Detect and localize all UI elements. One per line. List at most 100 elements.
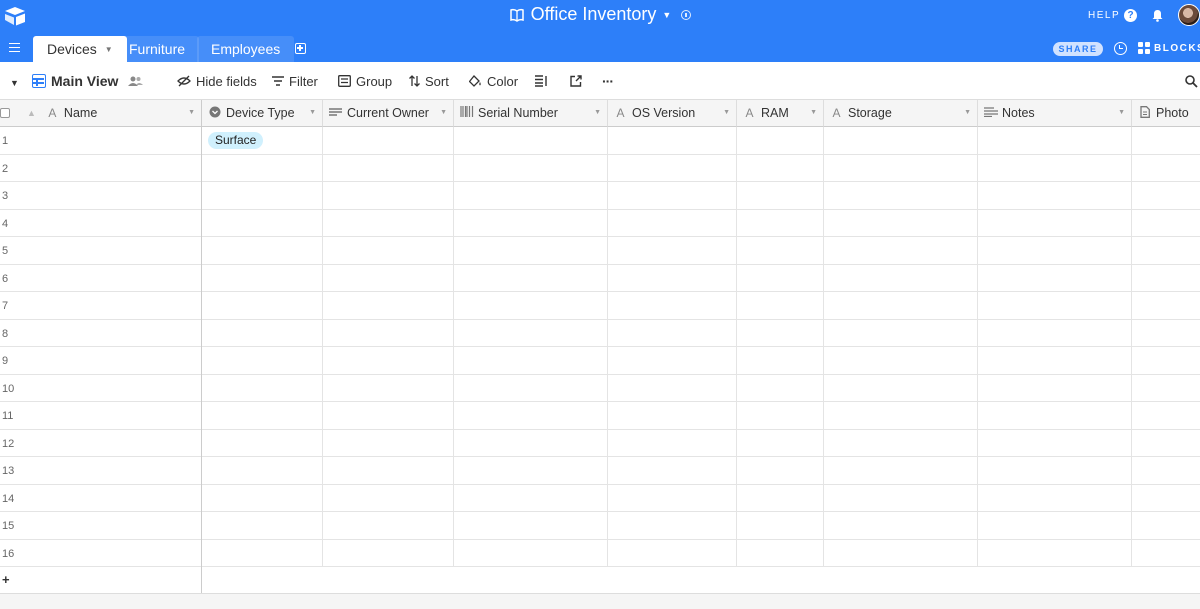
table-cell[interactable] (608, 429, 737, 457)
table-cell[interactable] (608, 539, 737, 567)
history-icon[interactable] (1114, 42, 1127, 55)
table-cell[interactable] (202, 209, 323, 237)
table-cell[interactable] (323, 374, 454, 402)
table-cell[interactable] (1132, 127, 1200, 154)
table-cell[interactable] (323, 429, 454, 457)
menu-icon[interactable] (9, 43, 20, 52)
table-cell[interactable] (608, 237, 737, 264)
table-row[interactable]: 10 (0, 374, 1200, 402)
table-cell[interactable] (737, 512, 824, 539)
table-row[interactable]: 13 (0, 457, 1200, 485)
table-cell[interactable] (323, 512, 454, 539)
table-cell[interactable] (1132, 430, 1200, 457)
table-cell[interactable] (824, 484, 978, 512)
chevron-down-icon[interactable]: ▼ (440, 109, 447, 116)
search-button[interactable] (1185, 62, 1198, 100)
table-cell[interactable] (608, 154, 737, 182)
chevron-down-icon[interactable]: ▼ (723, 109, 730, 116)
table-row[interactable]: 15 (0, 512, 1200, 540)
table-row[interactable]: 12 (0, 429, 1200, 457)
table-row[interactable]: 1 Surface (0, 127, 1200, 155)
table-cell[interactable] (454, 237, 608, 264)
table-cell[interactable] (202, 182, 323, 209)
table-cell[interactable] (1132, 457, 1200, 484)
table-cell[interactable] (978, 264, 1132, 292)
table-cell[interactable] (1132, 347, 1200, 374)
table-cell[interactable] (323, 457, 454, 484)
table-cell[interactable] (323, 347, 454, 374)
table-cell[interactable] (202, 457, 323, 484)
table-cell[interactable] (978, 319, 1132, 347)
table-cell[interactable] (978, 292, 1132, 319)
blocks-button[interactable]: BLOCKS (1138, 42, 1200, 54)
base-title[interactable]: Office Inventory ▼ (0, 4, 1200, 25)
table-cell[interactable] (608, 127, 737, 154)
table-cell[interactable] (323, 319, 454, 347)
table-cell[interactable] (202, 374, 323, 402)
table-cell[interactable] (978, 539, 1132, 567)
tab-employees[interactable]: Employees (197, 36, 295, 62)
table-cell[interactable] (1132, 237, 1200, 264)
chevron-down-icon[interactable]: ▼ (1118, 109, 1125, 116)
table-cell[interactable] (824, 539, 978, 567)
column-header-serial-number[interactable]: Serial Number ▼ (454, 100, 608, 127)
chevron-down-icon[interactable]: ▼ (309, 109, 316, 116)
table-cell[interactable] (454, 319, 608, 347)
add-row-button[interactable]: + (0, 567, 1200, 594)
table-cell[interactable] (454, 484, 608, 512)
table-cell[interactable] (978, 182, 1132, 209)
table-cell[interactable] (1132, 485, 1200, 512)
table-cell[interactable] (737, 154, 824, 182)
column-header-storage[interactable]: A Storage ▼ (824, 100, 978, 127)
table-cell[interactable] (1132, 540, 1200, 567)
table-cell[interactable] (202, 429, 323, 457)
column-header-photo[interactable]: Photo (1132, 100, 1200, 127)
table-cell[interactable] (1132, 402, 1200, 429)
table-cell[interactable] (978, 402, 1132, 429)
table-cell[interactable] (608, 182, 737, 209)
column-header-device-type[interactable]: Device Type ▼ (202, 100, 323, 127)
table-cell[interactable] (608, 264, 737, 292)
table-cell[interactable] (454, 512, 608, 539)
table-cell[interactable] (608, 484, 737, 512)
table-cell[interactable] (608, 209, 737, 237)
table-cell[interactable] (323, 402, 454, 429)
table-cell[interactable] (608, 402, 737, 429)
table-cell[interactable] (824, 237, 978, 264)
table-cell[interactable] (737, 539, 824, 567)
table-cell[interactable] (454, 264, 608, 292)
tab-furniture[interactable]: Furniture (115, 36, 200, 62)
row-height-button[interactable] (535, 62, 548, 100)
table-cell[interactable] (737, 127, 824, 154)
table-cell[interactable] (202, 347, 323, 374)
table-cell[interactable] (323, 237, 454, 264)
table-cell[interactable] (454, 154, 608, 182)
table-cell[interactable] (978, 374, 1132, 402)
table-cell[interactable] (323, 127, 454, 154)
avatar[interactable] (1178, 4, 1200, 26)
table-cell[interactable] (737, 457, 824, 484)
info-icon[interactable] (681, 9, 692, 20)
table-cell[interactable] (608, 347, 737, 374)
column-header-notes[interactable]: Notes ▼ (978, 100, 1132, 127)
table-cell[interactable] (978, 484, 1132, 512)
table-row[interactable]: 14 (0, 484, 1200, 512)
table-row[interactable]: 6 (0, 264, 1200, 292)
table-cell[interactable] (824, 264, 978, 292)
table-cell[interactable] (978, 127, 1132, 154)
table-cell[interactable] (824, 319, 978, 347)
table-cell[interactable] (454, 347, 608, 374)
table-cell[interactable] (978, 154, 1132, 182)
more-options-button[interactable]: ··· (602, 62, 614, 100)
table-cell[interactable] (454, 209, 608, 237)
table-cell[interactable] (323, 292, 454, 319)
table-cell[interactable] (202, 264, 323, 292)
table-cell[interactable] (454, 374, 608, 402)
chevron-down-icon[interactable]: ▼ (810, 109, 817, 116)
table-cell[interactable] (454, 429, 608, 457)
table-row[interactable]: 4 (0, 209, 1200, 237)
table-cell[interactable] (1132, 512, 1200, 539)
hide-fields-button[interactable]: Hide fields (177, 62, 257, 100)
table-cell[interactable] (1132, 210, 1200, 237)
table-cell[interactable] (202, 402, 323, 429)
